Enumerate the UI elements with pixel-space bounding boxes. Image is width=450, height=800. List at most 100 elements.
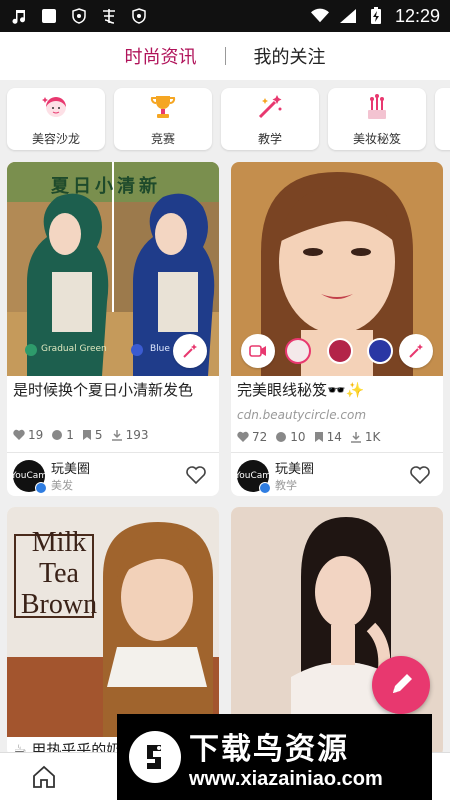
verified-badge-icon xyxy=(259,481,271,494)
top-tabs: 时尚资讯 我的关注 xyxy=(0,32,450,80)
category-makeup-tips[interactable]: 美妆秘笈 xyxy=(328,88,426,150)
comment-count: 10 xyxy=(290,430,306,444)
download-icon xyxy=(111,430,122,441)
comment-count: 1 xyxy=(66,428,74,442)
overlay-line: Brown xyxy=(20,589,98,620)
image-label-right: Blue xyxy=(150,344,170,354)
save-count: 14 xyxy=(326,430,342,444)
overlay-line: Tea xyxy=(38,558,79,589)
bookmark-icon xyxy=(82,430,91,440)
tab-following[interactable]: 我的关注 xyxy=(254,43,326,69)
status-bar: 12:29 xyxy=(0,0,450,32)
shield-icon xyxy=(70,7,88,25)
wifi-icon xyxy=(310,7,329,25)
author-info[interactable]: YouCam 玩美圈 教学 xyxy=(234,458,315,494)
category-more[interactable] xyxy=(435,88,450,150)
author-category: 教学 xyxy=(275,479,297,492)
battery-charging-icon xyxy=(367,7,385,25)
post-stats: 72 10 14 1K xyxy=(237,430,380,444)
feed-card[interactable]: 夏日小清新 Gradual Green Blue 是时候换个夏日小清新发色 19… xyxy=(7,162,219,496)
like-stat[interactable]: 72 xyxy=(237,430,267,444)
pencil-icon xyxy=(393,674,412,693)
like-count: 72 xyxy=(252,430,268,444)
watermark-banner: 下载鸟资源 www.xiazainiao.com xyxy=(117,714,432,800)
avatar[interactable]: YouCam xyxy=(234,459,272,494)
square-app-icon xyxy=(40,7,58,25)
video-button[interactable] xyxy=(241,334,275,368)
category-label: 美妆秘笈 xyxy=(352,131,401,146)
trophy-icon xyxy=(148,92,178,126)
swatch-blue[interactable] xyxy=(367,338,393,364)
magic-wand-icon xyxy=(409,344,423,358)
author-info[interactable]: YouCam 玩美圈 美发 xyxy=(10,458,91,494)
heart-icon xyxy=(237,431,249,442)
watermark-title: 下载鸟资源 xyxy=(189,731,349,767)
music-note-icon xyxy=(10,7,28,25)
magic-wand-icon xyxy=(255,92,285,126)
post-title[interactable]: ☕ 用热乎乎的奶 xyxy=(13,739,121,752)
author-name: 玩美圈 xyxy=(275,462,315,477)
download-stat[interactable]: 1K xyxy=(350,430,381,444)
download-stat[interactable]: 193 xyxy=(111,428,149,442)
salon-face-icon xyxy=(41,92,71,126)
feed-card[interactable]: 完美眼线秘笈🕶️✨ cdn.beautycircle.com 72 10 14 … xyxy=(231,162,443,496)
save-stat[interactable]: 5 xyxy=(82,428,103,442)
like-heart-icon[interactable] xyxy=(185,464,207,486)
overlay-line: Milk xyxy=(31,527,87,558)
post-source: cdn.beautycircle.com xyxy=(237,408,367,422)
comment-stat[interactable]: 1 xyxy=(51,428,74,442)
card-divider xyxy=(231,452,443,453)
download-icon xyxy=(350,432,361,443)
post-stats: 19 1 5 193 xyxy=(13,428,148,442)
author-name: 玩美圈 xyxy=(51,462,91,477)
category-label: 教学 xyxy=(257,131,282,146)
post-title[interactable]: 完美眼线秘笈🕶️✨ xyxy=(237,380,437,400)
tab-fashion-news[interactable]: 时尚资讯 xyxy=(125,43,197,69)
signal-icon xyxy=(339,7,357,25)
watermark-text: 下载鸟资源 www.xiazainiao.com xyxy=(189,724,383,791)
image-overlay-title: 夏日小清新 xyxy=(51,176,161,197)
comment-stat[interactable]: 10 xyxy=(275,430,306,444)
card-divider xyxy=(7,452,219,453)
swatch-crimson[interactable] xyxy=(327,338,353,364)
comment-icon xyxy=(276,432,287,442)
heart-icon xyxy=(13,429,25,440)
image-overlay-text: Milk Tea Brown xyxy=(19,527,99,620)
tab-divider xyxy=(224,47,226,65)
avatar-text: YouCam xyxy=(10,470,48,481)
category-tutorial[interactable]: 教学 xyxy=(221,88,319,150)
verified-badge-icon xyxy=(35,481,47,494)
image-label-left: Gradual Green xyxy=(41,344,107,354)
app-glyph-icon xyxy=(100,7,118,25)
shield-icon xyxy=(130,7,148,25)
try-effect-button[interactable] xyxy=(399,334,433,368)
category-contest[interactable]: 竞赛 xyxy=(114,88,212,150)
bird-logo-icon xyxy=(129,731,181,783)
category-row: 美容沙龙 竞赛 教学 美妆秘笈 xyxy=(0,80,450,156)
compose-fab[interactable] xyxy=(372,656,430,714)
clock: 12:29 xyxy=(394,5,440,26)
try-effect-button[interactable] xyxy=(173,334,207,368)
post-title[interactable]: 是时候换个夏日小清新发色 xyxy=(13,380,213,400)
like-heart-icon[interactable] xyxy=(409,464,431,486)
category-label: 竞赛 xyxy=(150,131,175,146)
category-salon[interactable]: 美容沙龙 xyxy=(7,88,105,150)
like-count: 19 xyxy=(28,428,44,442)
category-label: 美容沙龙 xyxy=(31,131,80,146)
like-stat[interactable]: 19 xyxy=(13,428,43,442)
author-category: 美发 xyxy=(51,479,73,492)
save-count: 5 xyxy=(94,428,103,442)
home-icon[interactable] xyxy=(30,763,58,791)
makeup-brushes-icon xyxy=(362,92,392,126)
download-count: 1K xyxy=(364,430,381,444)
bookmark-icon xyxy=(314,432,323,442)
video-camera-icon xyxy=(249,345,266,357)
watermark-url: www.xiazainiao.com xyxy=(189,767,383,790)
swatch-white[interactable] xyxy=(285,338,311,364)
avatar-text: YouCam xyxy=(234,470,272,481)
magic-wand-icon xyxy=(183,344,197,358)
download-count: 193 xyxy=(125,428,149,442)
save-stat[interactable]: 14 xyxy=(314,430,342,444)
avatar[interactable]: YouCam xyxy=(10,459,48,494)
comment-icon xyxy=(52,430,63,440)
